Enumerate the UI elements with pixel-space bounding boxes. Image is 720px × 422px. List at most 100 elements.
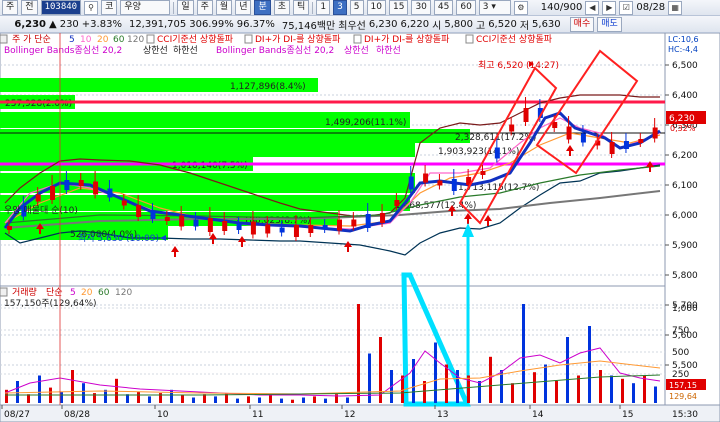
volume-profile-bar [0,129,470,143]
volume-profile-label: 우양 매물대 순(10) [4,205,78,216]
candle-body [437,180,443,186]
high-annotation: 최고 6,520 (14:27) [478,60,559,71]
interval-10-button[interactable]: 10 [366,0,386,15]
candle-body [293,225,299,237]
stock-name-field[interactable]: 우양 [120,0,171,15]
high-label: 고 [475,20,486,32]
time-label: 13 [437,410,448,420]
candle-body [380,213,386,223]
candle-body [222,221,228,231]
interval-15-button[interactable]: 15 [388,0,409,15]
volume-bar [71,370,74,403]
candle-body [107,188,113,198]
di-signal-label: DI+가 DI-를 상향돌파 [255,33,341,45]
candle-body [193,219,199,227]
candle-body [494,147,500,159]
period-second-button[interactable]: 초 [273,0,291,15]
volume-profile-bar [0,143,415,157]
volume-bar [511,383,514,403]
code-scope-button[interactable]: 전 [21,0,38,15]
period-month-button[interactable]: 월 [215,0,233,15]
interval-5-button[interactable]: 5 [349,0,364,15]
volume-bar [566,337,569,403]
candle-body [279,227,285,233]
price-tick-label: 6,400 [672,91,698,101]
volume-bar [621,378,624,403]
candle-body [609,142,615,154]
volume-bar [434,342,437,403]
scroll-left-icon[interactable]: ◀ [585,0,600,15]
current-price: 6,230 [14,18,46,30]
bollinger-legend: Bollinger Bands종심선 20,2 [4,45,122,56]
candle-body [308,225,314,233]
toolbar-main: 주 전 103840 ⚲ 코 우양 일 주 월 년 분 초 틱 1 3 5 10… [0,0,720,16]
bollinger-lower-label-2: 하한선 [376,45,401,56]
volume-ma-60-label: 60 [98,288,110,298]
legend-collapse-icon[interactable] [0,34,8,44]
volume-bar [632,383,635,403]
period-minute-button[interactable]: 분 [254,0,271,15]
interval-30-button[interactable]: 30 [411,0,431,15]
price-ma-legend: 주 가 단순 [12,34,51,45]
price-change-pct: +3.83% [81,18,122,30]
volume-bar [258,397,261,403]
ma-20-label: 20 [97,35,109,45]
stock-chart[interactable]: 1,127,896(8.4%)257,928(2.0%)1,499,206(11… [0,33,720,422]
volume-bar [357,304,360,403]
period-week-button[interactable]: 주 [196,0,213,15]
best-bid-price: 6,220 [400,18,430,30]
quote-bar: 6,230 ▲ 230 +3.83% 12,391,705 306.99% 96… [0,16,720,33]
volume-legend-collapse-icon[interactable] [0,287,8,297]
price-tick-label: 6,100 [672,181,698,191]
volume-bar [324,398,327,403]
period-tick-button[interactable]: 틱 [293,0,310,15]
volume-bar [478,381,481,403]
volume-bar [346,397,349,403]
interval-1-button[interactable]: 1 [316,0,331,15]
candle-body [121,200,127,206]
interval-dropdown[interactable]: 3 ▾ [478,0,511,15]
volume-bar [522,304,525,403]
time-axis-area [0,404,720,422]
bollinger-upper-label-2: 상한선 [344,45,369,56]
volume-bar [181,395,184,403]
volume-bar [291,399,294,403]
stock-code-input[interactable]: 103840 [40,0,82,15]
cci-signal-label: CCI기준선 상향돌파 [157,33,234,45]
volume-bar [137,392,140,403]
time-readout: 15:30 [672,410,698,420]
buy-button[interactable]: 매수 [569,16,595,32]
volume-bar [27,394,30,403]
volume-tick-label: 250 [672,370,689,380]
code-type-button[interactable]: 주 [2,0,19,15]
settings-icon[interactable]: ⚙ [513,0,528,15]
legend-di2-icon [353,34,362,44]
sell-button[interactable]: 매도 [597,16,622,32]
volume-bar [555,381,558,403]
checkbox-icon[interactable]: ☑ [619,0,634,15]
candle-body [623,141,629,149]
bollinger-lower-label: 하한선 [173,45,198,56]
volume-bar [654,386,657,403]
bollinger-legend-2: Bollinger Bands종심선 20,2 [216,45,334,56]
calendar-icon[interactable]: ▦ [668,0,683,15]
change-arrow-icon: ▲ [49,18,57,30]
market-button[interactable]: 코 [101,0,118,15]
volume-bar [500,370,503,403]
volume-bar [104,389,107,403]
candle-body [265,224,271,234]
divider [173,1,175,14]
candle-body [638,139,644,143]
scroll-right-icon[interactable]: ▶ [602,0,617,15]
open-price: 5,800 [444,18,473,30]
interval-45-button[interactable]: 45 [433,0,454,15]
ma-60-label: 60 [113,35,125,45]
search-icon[interactable]: ⚲ [84,0,99,15]
time-label: 08/28 [64,410,90,420]
period-day-button[interactable]: 일 [177,0,194,15]
period-year-button[interactable]: 년 [235,0,252,15]
candle-body [93,181,99,195]
interval-3-button[interactable]: 3 [333,0,347,15]
volume-bar [610,375,613,403]
interval-60-button[interactable]: 60 [456,0,476,15]
